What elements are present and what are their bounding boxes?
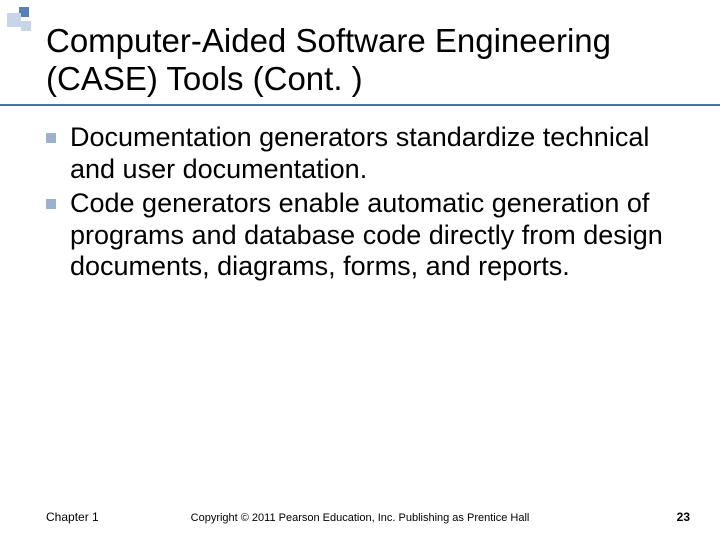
title-underline — [0, 104, 720, 106]
footer-page-number: 23 — [677, 510, 690, 524]
footer-copyright: Copyright © 2011 Pearson Education, Inc.… — [0, 512, 720, 524]
square-bullet-icon — [46, 199, 56, 209]
bullet-item: Code generators enable automatic generat… — [46, 188, 680, 284]
slide-body: Documentation generators standardize tec… — [46, 122, 680, 285]
slide-title: Computer-Aided Software Engineering (CAS… — [46, 22, 690, 98]
decorative-squares — [7, 7, 35, 35]
bullet-text: Documentation generators standardize tec… — [70, 122, 680, 186]
bullet-text: Code generators enable automatic generat… — [70, 188, 680, 284]
square-bullet-icon — [46, 133, 56, 143]
bullet-item: Documentation generators standardize tec… — [46, 122, 680, 186]
